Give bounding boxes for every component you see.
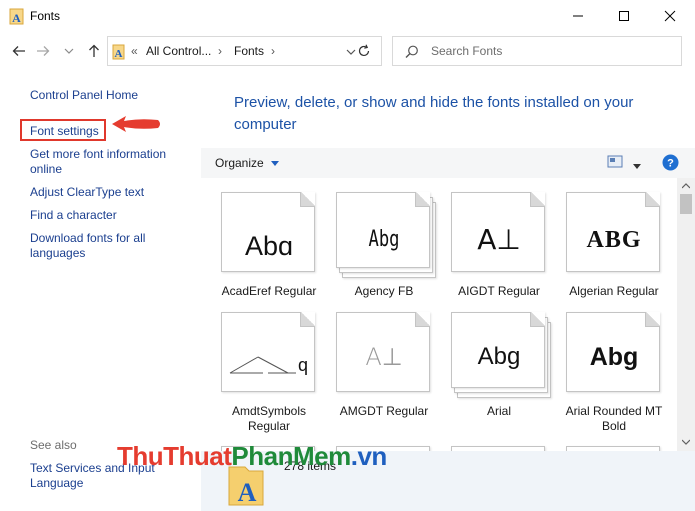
minimize-icon: [573, 15, 583, 17]
recent-locations-button[interactable]: [62, 40, 76, 62]
font-name: Algerian Regular: [569, 284, 659, 298]
command-bar: Organize ?: [201, 148, 695, 178]
address-separator[interactable]: ›: [271, 44, 275, 58]
page-title: Preview, delete, or show and hide the fo…: [234, 94, 634, 133]
address-segment-fonts[interactable]: Fonts: [234, 44, 264, 58]
help-button[interactable]: ?: [662, 154, 679, 174]
close-icon: [664, 10, 676, 22]
forward-arrow-icon: [37, 46, 50, 56]
chevron-down-icon: [64, 48, 74, 54]
fonts-folder-icon: A: [112, 44, 125, 60]
title-bar: A Fonts: [0, 0, 695, 32]
watermark-part: ThuThuat: [117, 441, 232, 471]
red-arrow-annotation: [112, 116, 160, 132]
font-tile-arial[interactable]: Abg Arial: [443, 312, 555, 437]
dropdown-triangle-icon: [271, 160, 280, 166]
forward-button[interactable]: [32, 40, 54, 62]
address-bar[interactable]: A « All Control... › Fonts ›: [107, 36, 382, 66]
organize-button[interactable]: Organize: [215, 156, 280, 170]
font-preview-page: A⊥: [336, 312, 430, 392]
up-button[interactable]: [83, 40, 105, 62]
view-options-button[interactable]: [607, 155, 623, 172]
vertical-scrollbar[interactable]: [677, 178, 695, 451]
font-tile-arial-rounded[interactable]: Abg Arial Rounded MT Bold: [558, 312, 670, 437]
refresh-icon: [358, 44, 370, 57]
font-preview-glyph: ABG: [586, 227, 642, 253]
watermark: ThuThuatPhanMem.vn: [117, 441, 387, 472]
organize-label: Organize: [215, 156, 264, 170]
font-preview-glyph: Abɑ: [244, 231, 294, 261]
maximize-icon: [619, 11, 629, 21]
address-separator[interactable]: ›: [218, 44, 222, 58]
scrollbar-thumb[interactable]: [680, 194, 692, 214]
svg-text:A: A: [115, 48, 123, 60]
sidebar-item-control-panel-home[interactable]: Control Panel Home: [30, 88, 138, 103]
close-button[interactable]: [647, 0, 693, 32]
maximize-button[interactable]: [601, 0, 647, 32]
font-preview-glyph: Abg: [477, 343, 521, 370]
navigation-bar: A « All Control... › Fonts › Search Font…: [0, 32, 695, 70]
sidebar-item-get-more-font-information[interactable]: Get more font information online: [30, 147, 190, 177]
font-preview-page: ABG: [566, 192, 660, 272]
font-tile-amdtsymbols[interactable]: q AmdtSymbols Regular: [213, 312, 325, 437]
address-overflow[interactable]: «: [131, 44, 138, 58]
watermark-part: PhanMem: [231, 441, 351, 471]
svg-text:A: A: [238, 478, 257, 507]
see-also-heading: See also: [30, 438, 77, 452]
font-tile-agency-fb[interactable]: Abg Agency FB: [328, 192, 440, 317]
font-preview-glyph: A⊥: [365, 343, 403, 371]
font-tile-aigdt[interactable]: A⊥ AIGDT Regular: [443, 192, 555, 317]
font-name: Arial Rounded MT Bold: [565, 404, 663, 433]
search-box[interactable]: Search Fonts: [392, 36, 682, 66]
back-arrow-icon: [12, 46, 25, 56]
svg-text:?: ?: [667, 158, 674, 170]
font-name: Agency FB: [354, 284, 414, 298]
minimize-button[interactable]: [555, 0, 601, 32]
font-preview-glyph: A⊥: [477, 223, 521, 256]
font-tile-acaderef[interactable]: Abɑ AcadEref Regular: [213, 192, 325, 317]
search-icon: [405, 45, 418, 58]
back-button[interactable]: [8, 40, 30, 62]
font-preview-glyph: Abg: [368, 227, 400, 252]
dropdown-triangle-icon: [633, 164, 641, 169]
font-name: AMGDT Regular: [339, 404, 429, 418]
watermark-text: ThuThuatPhanMem.vn: [117, 441, 387, 471]
scroll-down-icon[interactable]: [682, 439, 690, 445]
font-preview-glyph: q: [298, 355, 309, 375]
font-preview-page: Abg: [336, 192, 430, 268]
font-preview-page: Abg: [566, 312, 660, 392]
font-name: AmdtSymbols Regular: [231, 404, 307, 433]
sidebar-item-font-settings[interactable]: Font settings: [30, 124, 99, 139]
font-preview-page: Abɑ: [221, 192, 315, 272]
font-preview-glyph: Abg: [589, 343, 639, 371]
font-preview-shapes: [229, 356, 296, 374]
large-icons-view-icon: [607, 155, 623, 168]
sidebar-item-adjust-cleartype[interactable]: Adjust ClearType text: [30, 185, 144, 200]
font-preview-page: A⊥: [451, 192, 545, 272]
sidebar-item-download-fonts[interactable]: Download fonts for all languages: [30, 231, 180, 261]
refresh-button[interactable]: [353, 40, 375, 62]
svg-text:A: A: [12, 11, 21, 25]
fonts-grid: Abɑ AcadEref Regular Abg Agency FB A⊥ AI…: [201, 178, 677, 451]
scroll-up-icon[interactable]: [682, 183, 690, 189]
help-icon: ?: [662, 154, 679, 171]
font-name: AIGDT Regular: [458, 284, 540, 298]
watermark-part: .vn: [350, 441, 388, 471]
font-preview-page: q: [221, 312, 315, 392]
font-name: Arial: [486, 404, 511, 418]
font-name: AcadEref Regular: [221, 284, 317, 298]
window-title: Fonts: [30, 9, 61, 23]
font-preview-page: Abg: [451, 312, 545, 388]
sidebar-item-find-a-character[interactable]: Find a character: [30, 208, 117, 223]
font-tile-amgdt[interactable]: A⊥ AMGDT Regular: [328, 312, 440, 437]
search-input[interactable]: Search Fonts: [431, 44, 502, 58]
up-arrow-icon: [89, 44, 99, 57]
font-tile-algerian[interactable]: ABG Algerian Regular: [558, 192, 670, 317]
fonts-folder-icon: A: [9, 8, 24, 25]
view-dropdown-button[interactable]: [633, 159, 641, 173]
address-segment-control-panel[interactable]: All Control...: [146, 44, 211, 58]
